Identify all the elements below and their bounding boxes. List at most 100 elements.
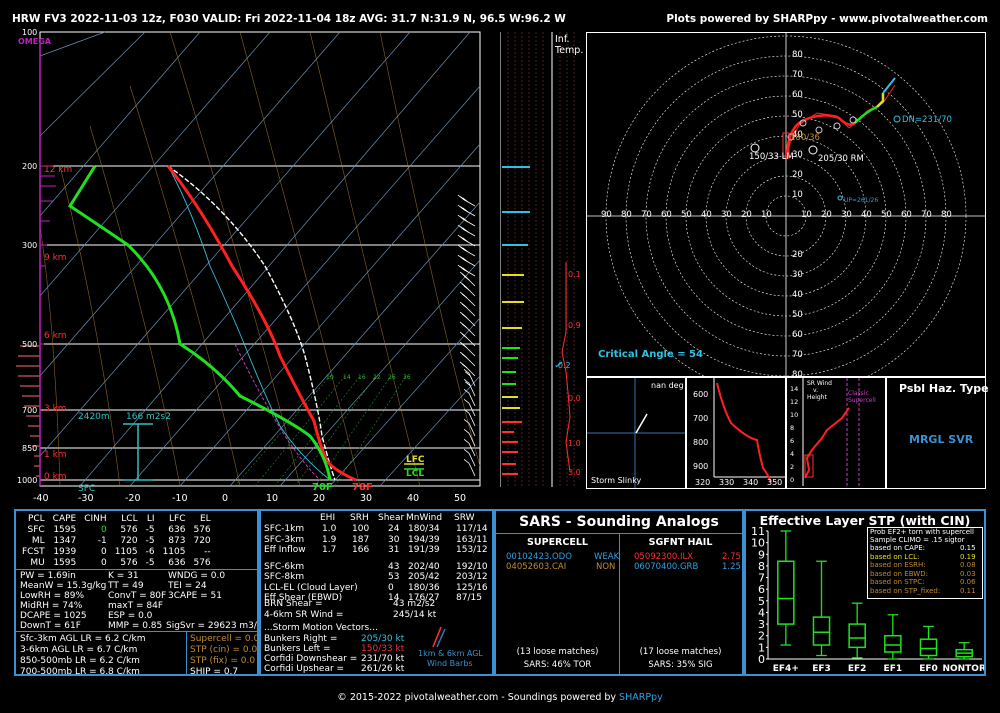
inftemp-label-2: Temp.	[555, 45, 584, 56]
thetae-xtick: 340	[743, 478, 759, 487]
parcel-row: SFC 1595 0 576 -5 636 576	[27, 524, 211, 535]
sars-panel: SARS - Sounding Analogs SUPERCELL SGFNT …	[494, 509, 744, 676]
stp-box	[884, 634, 902, 653]
wind-barb-flag	[460, 206, 466, 211]
stp-y-tick: 5	[758, 595, 765, 608]
hodo-ring-label: 60	[792, 330, 803, 340]
thetae-ytick: 900	[693, 462, 709, 471]
hodo-x-tick: 20	[821, 210, 832, 220]
stp-category: EF4+	[773, 664, 799, 674]
p-label-700: 700	[22, 406, 38, 415]
footer-link[interactable]: SHARPpy	[619, 692, 663, 703]
srwind-panel: SR Wind v. Height Classic Supercell 14 12…	[786, 377, 886, 489]
up-marker	[837, 195, 843, 201]
hodo-x-tick: 70	[921, 210, 932, 220]
inftemp-svg	[499, 32, 575, 487]
slinky-label: Storm Slinky	[591, 476, 642, 485]
wind-barb-flag	[460, 236, 466, 241]
stp-category: NONTOR	[942, 664, 984, 674]
wind-barb	[468, 413, 476, 427]
supercell-matches: (13 loose matches)	[516, 647, 599, 657]
p-label-1000: 1000	[17, 476, 38, 485]
chart-title: HRW FV3 2022-11-03 12z, F030 VALID: Fri …	[12, 13, 566, 25]
inflow-bracket	[123, 423, 153, 481]
stp-category: EF1	[884, 664, 903, 674]
wind-barb-flag	[457, 264, 464, 270]
hail-match: 06070400.GRB	[634, 562, 699, 572]
kinematics-panel: EHI SRH Shear MnWind SRW SFC-1km 1.0 100 24 180/3…	[259, 509, 494, 676]
parcel-trace	[167, 165, 336, 481]
hodo-x-tick: 90	[601, 210, 612, 220]
srwind-title-2: v.	[813, 387, 818, 394]
kin-row: SFC-1km 1.0 100 24 180/34 117/14	[264, 524, 488, 534]
credit-text: Plots powered by SHARPpy - www.pivotalwe…	[666, 13, 988, 25]
parcel-row: FCST 1939 0 1105 -6 1105 --	[22, 546, 211, 557]
stp-y-tick: 1	[758, 641, 765, 654]
srwind-tick: 12	[790, 398, 799, 406]
hodo-x-tick: 70	[641, 210, 652, 220]
isobars	[40, 165, 480, 481]
dn-marker	[893, 115, 901, 123]
stp-panel: Effective Layer STP (with CIN) 012345678…	[744, 509, 986, 676]
svg-text:16: 16	[358, 374, 366, 381]
hodo-ring-label: 10	[792, 190, 803, 200]
temperature-trace	[166, 165, 357, 482]
srwind-tick: 2	[790, 463, 795, 471]
h-label-12km: 12 km	[44, 165, 73, 175]
hodo-ring-label: 50	[792, 110, 803, 120]
dn-label: DN=231/70	[902, 115, 952, 125]
wind-barb-flag	[463, 438, 470, 444]
omega-label: OMEGA	[18, 37, 51, 46]
parcel-row: MU 1595 0 576 -5 636 576	[30, 557, 211, 568]
hail-match-size: 1.25	[722, 562, 741, 572]
wind-barb-flag	[463, 418, 470, 424]
hodo-ring-label: 40	[792, 290, 803, 300]
hodo-ring-label: 30	[792, 270, 803, 280]
stp-y-tick: 2	[758, 630, 765, 643]
t-tick: -20	[125, 493, 141, 504]
stp-category: EF0	[919, 664, 938, 674]
parcel-table: PCL CAPE CINH LCL LI LFC EL SFC 1595 0 576 -5 636 5…	[18, 513, 215, 568]
storm-motion-title: ...Storm Motion Vectors...	[264, 623, 378, 633]
wind-barb-flag	[463, 285, 470, 291]
kin-row: SFC-8km 53 205/42 203/12	[264, 572, 488, 582]
svg-text:22: 22	[373, 374, 381, 381]
srwind-title-3: Height	[807, 394, 827, 401]
kin-header-row: EHI SRH Shear MnWind SRW	[320, 513, 475, 523]
wind-barb-flag	[457, 204, 464, 210]
stp-box	[848, 623, 866, 649]
wind-barb-flag	[457, 254, 464, 260]
haz-title: Psbl Haz. Type	[899, 382, 989, 395]
t-tick: 40	[407, 493, 420, 504]
sr-value: 245/14 kt	[393, 610, 437, 620]
srwind-title-1: SR Wind	[807, 380, 832, 387]
hodo-x-tick: 10	[801, 210, 812, 220]
stp-legend: Prob EF2+ torn with supercell Sample CLI…	[867, 527, 983, 599]
hodo-ring-label: 70	[792, 70, 803, 80]
t-tick: 50	[454, 493, 467, 504]
kinematics-table: EHI SRH Shear MnWind SRW SFC-1km 1.0 100 24 180/3…	[264, 513, 492, 604]
hodo-6-9km	[876, 93, 885, 108]
inftemp-value: 0.1	[568, 270, 581, 279]
stp-y-tick: 3	[758, 618, 765, 631]
hodo-x-tick: 20	[741, 210, 752, 220]
stp-box	[777, 560, 795, 625]
hodo-ring-label: 50	[792, 310, 803, 320]
hodo-ring-label: 20	[792, 170, 803, 180]
kin-row: LCL-EL (Cloud Layer) 0 180/36 125/16	[264, 582, 488, 593]
stp-y-tick: 6	[758, 583, 765, 596]
hail-result: SARS: 35% SIG	[648, 660, 713, 670]
mean-wind-label: 180/36	[790, 133, 820, 143]
sr-label: 4-6km SR Wind =	[264, 610, 344, 620]
stp-category: EF3	[812, 664, 831, 674]
wind-barb-flag	[460, 226, 466, 231]
p-label-500: 500	[22, 340, 38, 349]
svg-text:10: 10	[326, 374, 334, 381]
hodo-x-tick: 60	[661, 210, 672, 220]
supercell-match-type: NON	[596, 562, 616, 572]
supercell-result: SARS: 46% TOR	[523, 660, 592, 670]
p-label-300: 300	[22, 241, 38, 250]
misc-indices: PW = 1.69in K = 31 WNDG = 0.0 MeanW = 15.3…	[20, 571, 259, 631]
mix-labels: 10 14 16 22 26 36	[326, 374, 411, 381]
stp-box	[812, 616, 831, 646]
